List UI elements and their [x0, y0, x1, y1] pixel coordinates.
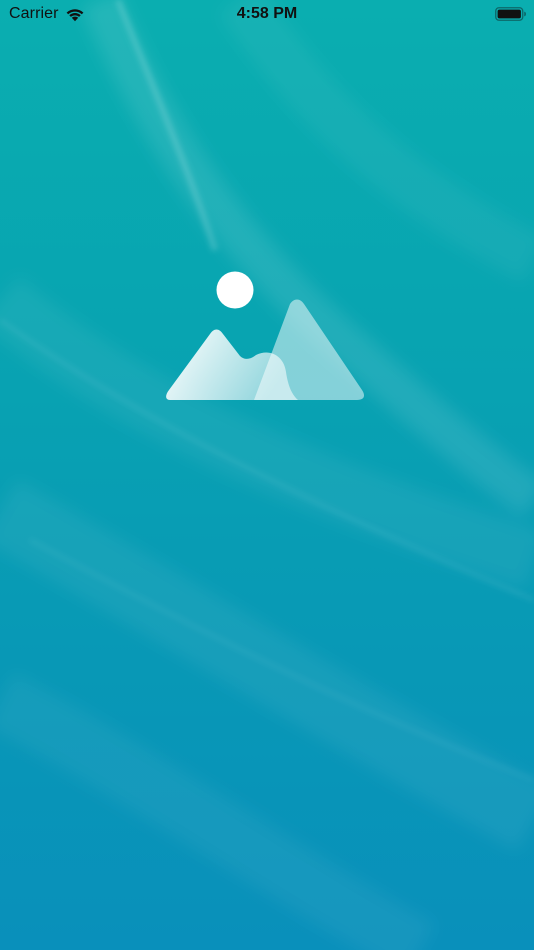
- background-streaks: [0, 0, 534, 950]
- battery-icon: [495, 7, 526, 21]
- image-placeholder-icon: [166, 271, 365, 400]
- launch-screen: Carrier 4:58 PM: [0, 0, 534, 950]
- status-bar: Carrier 4:58 PM: [0, 0, 534, 30]
- status-time: 4:58 PM: [236, 5, 298, 22]
- sun-circle: [216, 271, 254, 309]
